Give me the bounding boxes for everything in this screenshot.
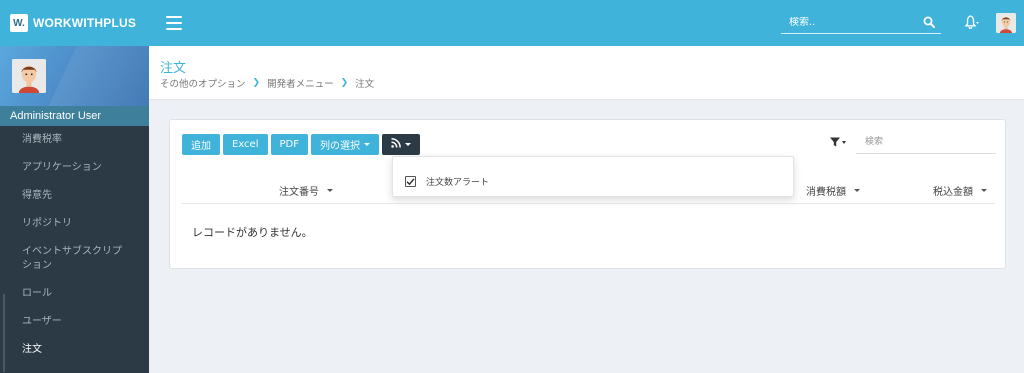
sidebar-item-tax-rate[interactable]: 消費税率	[0, 126, 149, 154]
column-header-label: 注文番号	[279, 187, 319, 198]
column-selector-label: 列の選択	[319, 141, 360, 152]
chevron-down-icon	[981, 189, 987, 192]
sidebar-avatar[interactable]	[12, 59, 46, 93]
export-excel-button[interactable]: Excel	[223, 134, 268, 155]
chevron-down-icon	[363, 143, 370, 146]
rss-icon	[391, 138, 401, 151]
column-header-tax-amount[interactable]: 消費税額	[806, 183, 860, 198]
sidebar-item-customers[interactable]: 得意先	[0, 182, 149, 210]
sidebar-item-applications[interactable]: アプリケーション	[0, 154, 149, 182]
sidebar-item-orders[interactable]: 注文	[0, 336, 149, 364]
breadcrumb-item-other-options[interactable]: その他のオプション	[160, 76, 246, 90]
column-header-label: 消費税額	[806, 187, 846, 198]
chevron-down-icon	[854, 189, 860, 192]
logo-mark: W.	[10, 14, 28, 32]
global-search-input[interactable]	[781, 17, 916, 28]
column-header-label: 税込金額	[933, 187, 973, 198]
sidebar-item-event-subscriptions[interactable]: イベントサブスクリプション	[0, 238, 149, 280]
global-search	[781, 12, 941, 34]
chevron-down-icon	[404, 143, 411, 146]
column-header-total-incl-tax[interactable]: 税込金額	[933, 183, 987, 198]
page-title: 注文	[160, 61, 187, 76]
chevron-right-icon: ❯	[340, 78, 349, 88]
sidebar-item-users[interactable]: ユーザー	[0, 308, 149, 336]
app-name: WORKWITHPLUS	[33, 16, 137, 30]
top-navbar: W. WORKWITHPLUS	[0, 0, 1024, 46]
column-selector-button[interactable]: 列の選択	[310, 134, 379, 155]
menu-toggle-icon[interactable]	[166, 16, 182, 30]
column-header-order-number[interactable]: 注文番号	[279, 183, 333, 198]
grid-toolbar: 追加 Excel PDF 列の選択	[182, 134, 423, 155]
chevron-down-icon	[842, 140, 846, 144]
user-avatar[interactable]	[996, 13, 1016, 33]
rss-alerts-button[interactable]	[381, 134, 420, 155]
add-button[interactable]: 追加	[182, 134, 220, 155]
chevron-right-icon: ❯	[252, 78, 261, 88]
notification-bell-icon[interactable]	[964, 14, 980, 33]
chevron-down-icon	[327, 189, 333, 192]
page-header: 注文 その他のオプション ❯ 開発者メニュー ❯ 注文	[149, 46, 1024, 100]
empty-records-message: レコードがありません。	[192, 226, 313, 239]
dropdown-item-order-alert[interactable]: 注文数アラート	[405, 175, 489, 188]
sidebar: Administrator User 消費税率 アプリケーション 得意先 リポジ…	[0, 46, 149, 373]
sidebar-item-roles[interactable]: ロール	[0, 280, 149, 308]
sidebar-scrollbar[interactable]	[3, 294, 5, 372]
rss-alerts-dropdown: 注文数アラート	[392, 156, 794, 197]
export-pdf-button[interactable]: PDF	[270, 134, 308, 155]
breadcrumb: その他のオプション ❯ 開発者メニュー ❯ 注文	[160, 76, 374, 90]
checkbox-checked-icon[interactable]	[405, 176, 416, 187]
app-logo[interactable]: W. WORKWITHPLUS	[0, 14, 150, 32]
sidebar-menu: 消費税率 アプリケーション 得意先 リポジトリ イベントサブスクリプション ロー…	[0, 126, 149, 364]
sidebar-profile-header	[0, 46, 149, 106]
table-search-input[interactable]	[856, 132, 986, 152]
table-search	[856, 132, 996, 154]
sidebar-item-repository[interactable]: リポジトリ	[0, 210, 149, 238]
dropdown-item-label: 注文数アラート	[426, 178, 490, 188]
sidebar-user-name: Administrator User	[0, 106, 149, 126]
breadcrumb-item-current: 注文	[355, 79, 375, 90]
filter-icon[interactable]	[830, 137, 846, 147]
search-icon[interactable]	[923, 16, 935, 31]
breadcrumb-item-developer-menu[interactable]: 開発者メニュー	[267, 76, 334, 90]
